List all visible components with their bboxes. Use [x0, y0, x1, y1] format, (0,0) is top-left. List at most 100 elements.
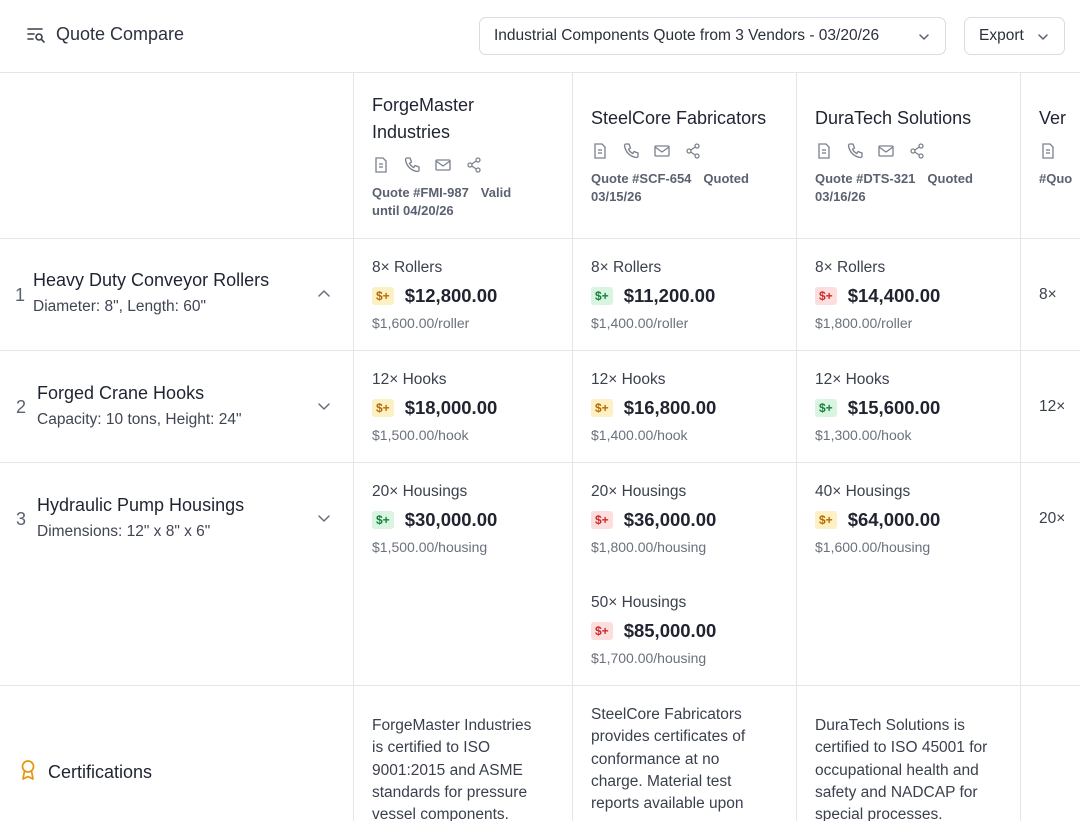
- price-cell[interactable]: 12× Hooks $+ $16,800.00 $1,400.00/hook: [591, 371, 716, 443]
- mail-icon[interactable]: [434, 156, 452, 174]
- row-divider: [0, 462, 1080, 463]
- column-divider: [353, 73, 354, 821]
- unit-price: $1,800.00/housing: [591, 539, 707, 555]
- price-rank-badge: $+: [372, 287, 394, 305]
- certifications-title: Certifications: [48, 762, 153, 782]
- price-rank-badge: $+: [372, 399, 394, 417]
- row-number: 2: [16, 397, 27, 417]
- price-rank-badge: $+: [815, 287, 837, 305]
- vendor-actions: [372, 156, 542, 174]
- partial-quantity: 20×: [1039, 510, 1066, 527]
- total-price: $18,000.00: [404, 397, 498, 418]
- row-subtitle: Capacity: 10 tons, Height: 24": [37, 411, 242, 428]
- total-price: $36,000.00: [623, 509, 717, 530]
- row-number: 3: [16, 509, 27, 529]
- chevron-down-icon[interactable]: [316, 398, 332, 419]
- unit-price: $1,400.00/roller: [591, 315, 689, 331]
- total-price: $12,800.00: [404, 285, 498, 306]
- row-label-conveyor-rollers: Heavy Duty Conveyor Rollers Diameter: 8"…: [33, 270, 269, 316]
- unit-price: $1,500.00/hook: [372, 427, 469, 443]
- quote-select[interactable]: Industrial Components Quote from 3 Vendo…: [479, 17, 946, 55]
- total-price: $85,000.00: [623, 620, 717, 641]
- page-title: Quote Compare: [56, 24, 185, 44]
- total-price: $30,000.00: [404, 509, 498, 530]
- vendor-name: ForgeMaster Industries: [372, 95, 475, 142]
- column-divider: [572, 73, 573, 821]
- document-icon[interactable]: [591, 142, 609, 160]
- vendor-actions: [1039, 142, 1080, 160]
- chevron-down-icon: [1036, 30, 1050, 49]
- row-divider: [0, 350, 1080, 351]
- total-price: $15,600.00: [847, 397, 941, 418]
- quantity: 8× Rollers: [372, 259, 443, 276]
- mail-icon[interactable]: [877, 142, 895, 160]
- quantity: 20× Housings: [372, 483, 468, 500]
- price-rank-badge: $+: [815, 511, 837, 529]
- vendor-quote-meta: Quote #SCF-654 Quoted 03/15/26: [591, 171, 749, 204]
- document-icon[interactable]: [372, 156, 390, 174]
- document-icon[interactable]: [815, 142, 833, 160]
- vendor-header-duratech: DuraTech Solutions Quote #DTS-321 Quoted …: [815, 105, 1010, 206]
- total-price: $14,400.00: [847, 285, 941, 306]
- total-price: $16,800.00: [623, 397, 717, 418]
- app-header: Quote Compare Industrial Components Quot…: [0, 0, 1080, 73]
- quantity: 40× Housings: [815, 483, 911, 500]
- price-rank-badge: $+: [591, 622, 613, 640]
- unit-price: $1,600.00/housing: [815, 539, 931, 555]
- row-title: Heavy Duty Conveyor Rollers: [33, 270, 270, 290]
- quantity: 12× Hooks: [372, 371, 447, 388]
- row-divider: [0, 238, 1080, 239]
- row-divider: [0, 685, 1080, 686]
- award-icon: [18, 759, 38, 786]
- column-divider: [1020, 73, 1021, 821]
- unit-price: $1,800.00/roller: [815, 315, 913, 331]
- brand[interactable]: Quote Compare: [26, 24, 184, 45]
- unit-price: $1,500.00/housing: [372, 539, 488, 555]
- quantity: 8× Rollers: [815, 259, 886, 276]
- price-cell[interactable]: 12× Hooks $+ $15,600.00 $1,300.00/hook: [815, 371, 940, 443]
- document-icon[interactable]: [1039, 142, 1057, 160]
- price-cell[interactable]: 8× Rollers $+ $11,200.00 $1,400.00/roller: [591, 259, 715, 331]
- chevron-up-icon[interactable]: [316, 286, 332, 307]
- price-cell[interactable]: 8× Rollers $+ $14,400.00 $1,800.00/roller: [815, 259, 940, 331]
- row-label-crane-hooks: Forged Crane Hooks Capacity: 10 tons, He…: [37, 383, 242, 429]
- phone-icon[interactable]: [846, 142, 864, 160]
- vendor-header-forgemaster: ForgeMaster Industries Quote #FMI-987 Val…: [372, 92, 542, 220]
- share-icon[interactable]: [465, 156, 483, 174]
- row-subtitle: Dimensions: 12" x 8" x 6": [37, 523, 211, 540]
- price-rank-badge: $+: [591, 511, 613, 529]
- vendor-name: SteelCore Fabricators: [591, 108, 767, 128]
- price-cell[interactable]: 20× Housings $+ $30,000.00 $1,500.00/hous…: [372, 483, 497, 555]
- certification-text: DuraTech Solutions is certified to ISO 4…: [815, 717, 988, 821]
- row-subtitle: Diameter: 8", Length: 60": [33, 298, 206, 315]
- partial-quantity: 12×: [1039, 398, 1066, 415]
- chevron-down-icon[interactable]: [316, 510, 332, 531]
- vendor-actions: [815, 142, 1010, 160]
- vendor-name: DuraTech Solutions: [815, 108, 972, 128]
- price-cell[interactable]: 12× Hooks $+ $18,000.00 $1,500.00/hook: [372, 371, 497, 443]
- share-icon[interactable]: [684, 142, 702, 160]
- row-number: 1: [15, 285, 26, 305]
- export-button[interactable]: Export: [964, 17, 1065, 55]
- unit-price: $1,700.00/housing: [591, 650, 707, 666]
- row-title: Forged Crane Hooks: [37, 383, 205, 403]
- phone-icon[interactable]: [622, 142, 640, 160]
- certifications-label: Certifications: [18, 759, 152, 786]
- price-cell[interactable]: 20× Housings $+ $36,000.00 $1,800.00/hous…: [591, 483, 716, 555]
- quantity: 50× Housings: [591, 594, 687, 611]
- price-cell[interactable]: 8× Rollers $+ $12,800.00 $1,600.00/roller: [372, 259, 497, 331]
- price-rank-badge: $+: [815, 399, 837, 417]
- price-cell[interactable]: 40× Housings $+ $64,000.00 $1,600.00/hous…: [815, 483, 940, 555]
- quantity: 12× Hooks: [815, 371, 890, 388]
- total-price: $64,000.00: [847, 509, 941, 530]
- share-icon[interactable]: [908, 142, 926, 160]
- vendor-actions: [591, 142, 786, 160]
- list-search-icon: [26, 25, 46, 45]
- phone-icon[interactable]: [403, 156, 421, 174]
- price-rank-badge: $+: [591, 399, 613, 417]
- price-cell-alternate[interactable]: 50× Housings $+ $85,000.00 $1,700.00/hous…: [591, 594, 716, 666]
- vendor-name: Ver: [1039, 108, 1067, 128]
- mail-icon[interactable]: [653, 142, 671, 160]
- quantity: 12× Hooks: [591, 371, 666, 388]
- chevron-down-icon: [917, 30, 931, 49]
